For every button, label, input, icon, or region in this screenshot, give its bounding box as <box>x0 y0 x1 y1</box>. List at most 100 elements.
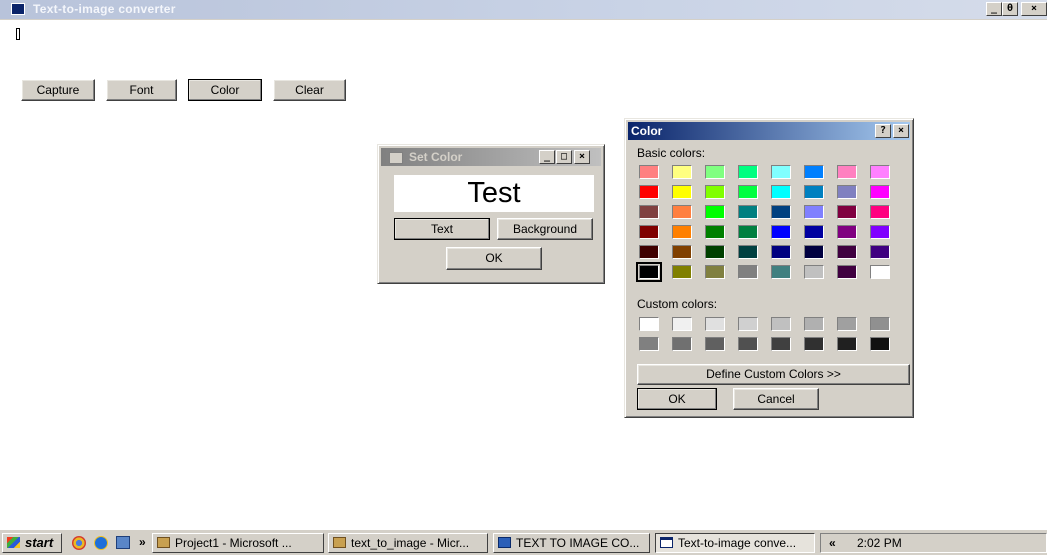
custom-color-swatch[interactable] <box>771 337 791 351</box>
basic-color-swatch[interactable] <box>636 262 662 282</box>
set-color-title-bar[interactable]: Set Color _ □ × <box>381 148 601 166</box>
basic-color-swatch[interactable] <box>870 165 890 179</box>
set-color-ok-button[interactable]: OK <box>446 247 542 270</box>
basic-color-swatch[interactable] <box>738 185 758 199</box>
desktop-icon[interactable] <box>116 536 130 549</box>
custom-color-swatch[interactable] <box>837 317 857 331</box>
basic-color-swatch[interactable] <box>639 245 659 259</box>
basic-color-swatch[interactable] <box>639 165 659 179</box>
basic-color-swatch[interactable] <box>639 225 659 239</box>
define-custom-colors-button[interactable]: Define Custom Colors >> <box>637 364 910 385</box>
basic-color-swatch[interactable] <box>672 225 692 239</box>
custom-color-swatch[interactable] <box>738 337 758 351</box>
custom-color-swatch[interactable] <box>870 337 890 351</box>
custom-color-swatch[interactable] <box>771 317 791 331</box>
basic-color-swatch[interactable] <box>804 225 824 239</box>
main-window-title: Text-to-image converter <box>33 2 176 16</box>
set-color-minimize-button[interactable]: _ <box>539 150 555 164</box>
task-text-to-image-micr[interactable]: text_to_image - Micr... <box>328 533 488 553</box>
custom-color-swatch[interactable] <box>804 337 824 351</box>
basic-color-swatch[interactable] <box>804 265 824 279</box>
capture-button[interactable]: Capture <box>21 79 95 101</box>
text-color-button[interactable]: Text <box>394 218 490 240</box>
basic-color-swatch[interactable] <box>705 165 725 179</box>
basic-color-swatch[interactable] <box>771 165 791 179</box>
basic-color-swatch[interactable] <box>672 265 692 279</box>
custom-color-swatch[interactable] <box>837 337 857 351</box>
restore-button[interactable]: θ <box>1002 2 1018 16</box>
basic-color-swatch[interactable] <box>837 265 857 279</box>
basic-color-swatch[interactable] <box>804 245 824 259</box>
basic-color-swatch[interactable] <box>672 185 692 199</box>
chrome-icon[interactable] <box>72 536 86 550</box>
color-cancel-button[interactable]: Cancel <box>733 388 819 410</box>
custom-color-swatch[interactable] <box>738 317 758 331</box>
background-color-button[interactable]: Background <box>497 218 593 240</box>
basic-color-swatch[interactable] <box>837 165 857 179</box>
basic-color-swatch[interactable] <box>771 185 791 199</box>
minimize-button[interactable]: _ <box>986 2 1002 16</box>
set-color-maximize-button[interactable]: □ <box>556 150 572 164</box>
task-project1[interactable]: Project1 - Microsoft ... <box>152 533 324 553</box>
basic-color-swatch[interactable] <box>738 245 758 259</box>
color-ok-button[interactable]: OK <box>637 388 717 410</box>
start-button[interactable]: start <box>2 533 62 553</box>
custom-color-swatch[interactable] <box>804 317 824 331</box>
help-button[interactable]: ? <box>875 124 891 138</box>
custom-color-swatch[interactable] <box>639 337 659 351</box>
custom-color-swatch[interactable] <box>705 317 725 331</box>
vb-project-icon <box>333 537 346 548</box>
basic-color-swatch[interactable] <box>804 205 824 219</box>
custom-color-swatch[interactable] <box>672 337 692 351</box>
color-button[interactable]: Color <box>188 79 262 101</box>
basic-color-swatch[interactable] <box>672 205 692 219</box>
basic-color-swatch[interactable] <box>870 225 890 239</box>
basic-color-swatch[interactable] <box>639 205 659 219</box>
task-text-to-image-conve[interactable]: Text-to-image conve... <box>655 533 815 553</box>
font-button[interactable]: Font <box>106 79 177 101</box>
text-cursor <box>16 28 20 40</box>
basic-color-swatch[interactable] <box>705 225 725 239</box>
basic-color-swatch[interactable] <box>837 205 857 219</box>
basic-color-swatch[interactable] <box>705 245 725 259</box>
basic-color-swatch[interactable] <box>804 185 824 199</box>
custom-color-swatch[interactable] <box>639 317 659 331</box>
basic-color-swatch[interactable] <box>672 165 692 179</box>
task-text-to-image-co[interactable]: TEXT TO IMAGE CO... <box>493 533 650 553</box>
basic-color-swatch[interactable] <box>738 205 758 219</box>
basic-color-swatch[interactable] <box>738 225 758 239</box>
main-title-bar[interactable]: Text-to-image converter _ θ × <box>0 0 1047 19</box>
custom-color-swatch[interactable] <box>870 317 890 331</box>
basic-color-swatch[interactable] <box>837 185 857 199</box>
quick-launch-more[interactable]: » <box>139 535 146 549</box>
internet-explorer-icon[interactable] <box>94 536 108 550</box>
basic-color-swatch[interactable] <box>771 245 791 259</box>
tray-expand-arrow[interactable]: « <box>829 536 836 550</box>
color-title-bar[interactable]: Color ? × <box>628 122 910 140</box>
clear-button[interactable]: Clear <box>273 79 346 101</box>
basic-color-swatch[interactable] <box>705 185 725 199</box>
basic-color-swatch[interactable] <box>870 185 890 199</box>
basic-color-swatch[interactable] <box>837 245 857 259</box>
basic-color-swatch[interactable] <box>870 265 890 279</box>
basic-color-swatch[interactable] <box>672 245 692 259</box>
custom-color-swatch[interactable] <box>705 337 725 351</box>
basic-color-swatch[interactable] <box>738 265 758 279</box>
basic-color-swatch[interactable] <box>870 205 890 219</box>
set-color-close-button[interactable]: × <box>574 150 590 164</box>
basic-color-swatch[interactable] <box>771 225 791 239</box>
color-close-button[interactable]: × <box>893 124 909 138</box>
custom-color-swatch[interactable] <box>672 317 692 331</box>
basic-colors-label: Basic colors: <box>637 146 706 160</box>
basic-color-swatch[interactable] <box>771 265 791 279</box>
basic-color-swatch[interactable] <box>705 265 725 279</box>
basic-color-swatch[interactable] <box>705 205 725 219</box>
basic-color-swatch[interactable] <box>771 205 791 219</box>
basic-color-swatch[interactable] <box>738 165 758 179</box>
close-button[interactable]: × <box>1021 2 1047 16</box>
basic-color-swatch[interactable] <box>837 225 857 239</box>
basic-color-swatch[interactable] <box>870 245 890 259</box>
clock[interactable]: 2:02 PM <box>857 536 902 550</box>
basic-color-swatch[interactable] <box>804 165 824 179</box>
basic-color-swatch[interactable] <box>639 185 659 199</box>
